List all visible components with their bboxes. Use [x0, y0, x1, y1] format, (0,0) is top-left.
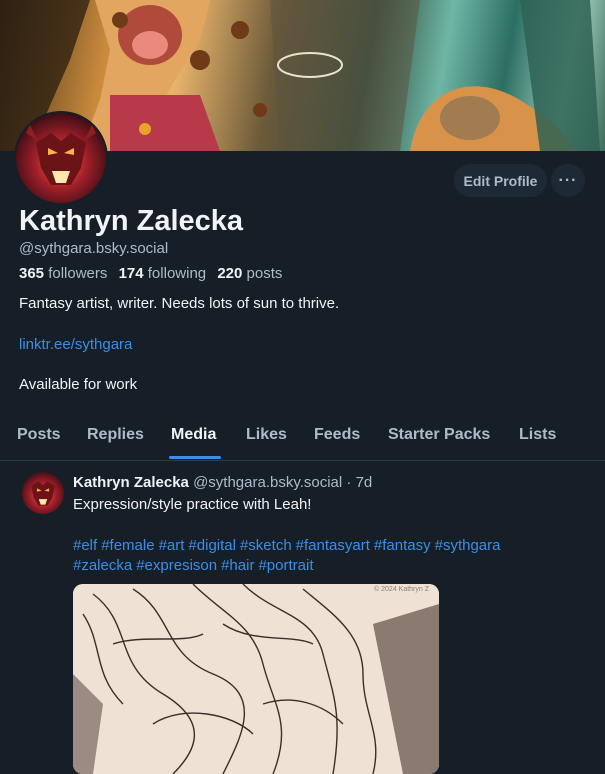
- ellipsis-icon: ···: [558, 171, 578, 189]
- hashtag-link[interactable]: #art: [159, 537, 185, 554]
- dragon-avatar-image: [26, 125, 96, 185]
- profile-handle: @sythgara.bsky.social: [19, 240, 169, 257]
- more-options-button[interactable]: ···: [551, 164, 585, 197]
- image-watermark: © 2024 Kathryn Z: [374, 586, 429, 593]
- sketch-artwork: [73, 584, 439, 774]
- tab-posts[interactable]: Posts: [17, 426, 61, 444]
- post-timestamp[interactable]: 7d: [356, 474, 373, 491]
- hashtag-link[interactable]: #fantasyart: [296, 537, 370, 554]
- availability-text: Available for work: [19, 376, 138, 393]
- followers-label: followers: [48, 265, 108, 282]
- hashtag-link[interactable]: #sythgara: [435, 537, 501, 554]
- posts-count: 220: [217, 265, 243, 282]
- tab-media[interactable]: Media: [171, 426, 216, 444]
- hashtag-link[interactable]: #elf: [73, 537, 97, 554]
- followers-count: 365: [19, 265, 45, 282]
- tab-replies[interactable]: Replies: [87, 426, 144, 444]
- profile-stats: 365 followers 174 following 220 posts: [19, 265, 282, 282]
- hashtag-link[interactable]: #zalecka: [73, 557, 132, 574]
- post-header: Kathryn Zalecka @sythgara.bsky.social · …: [73, 474, 372, 491]
- hashtag-link[interactable]: #digital: [188, 537, 236, 554]
- tab-lists[interactable]: Lists: [519, 426, 556, 444]
- tab-feeds[interactable]: Feeds: [314, 426, 360, 444]
- tab-starter-packs[interactable]: Starter Packs: [388, 426, 490, 444]
- post-time-separator: ·: [342, 474, 356, 491]
- following-label: following: [147, 265, 207, 282]
- edit-profile-button[interactable]: Edit Profile: [454, 164, 547, 197]
- post-media-image[interactable]: © 2024 Kathryn Z: [73, 584, 439, 774]
- hashtag-link[interactable]: #fantasy: [374, 537, 431, 554]
- post-author-handle[interactable]: @sythgara.bsky.social: [193, 474, 342, 491]
- posts-stat: 220 posts: [217, 265, 282, 282]
- hashtag-link[interactable]: #expresison: [136, 557, 217, 574]
- hashtag-link[interactable]: #portrait: [258, 557, 313, 574]
- followers-link[interactable]: 365 followers: [19, 265, 107, 282]
- post-text: Expression/style practice with Leah!: [73, 496, 312, 513]
- active-tab-indicator: [169, 456, 221, 459]
- post-author-name[interactable]: Kathryn Zalecka: [73, 474, 189, 491]
- profile-link[interactable]: linktr.ee/sythgara: [19, 336, 132, 353]
- posts-label: posts: [246, 265, 283, 282]
- tab-likes[interactable]: Likes: [246, 426, 287, 444]
- post-hashtags: #elf #female #art #digital #sketch #fantasyar…: [73, 536, 573, 576]
- profile-tabs: Posts Replies Media Likes Feeds Starter …: [0, 414, 605, 461]
- hashtag-link[interactable]: #female: [101, 537, 154, 554]
- post-author-avatar[interactable]: [22, 472, 64, 514]
- profile-bio: Fantasy artist, writer. Needs lots of su…: [19, 295, 340, 312]
- display-name: Kathryn Zalecka: [19, 205, 244, 237]
- following-count: 174: [118, 265, 144, 282]
- profile-avatar[interactable]: [14, 111, 108, 205]
- hashtag-link[interactable]: #hair: [221, 557, 254, 574]
- hashtag-link[interactable]: #sketch: [240, 537, 292, 554]
- dragon-avatar-image: [31, 481, 55, 506]
- following-link[interactable]: 174 following: [119, 265, 207, 282]
